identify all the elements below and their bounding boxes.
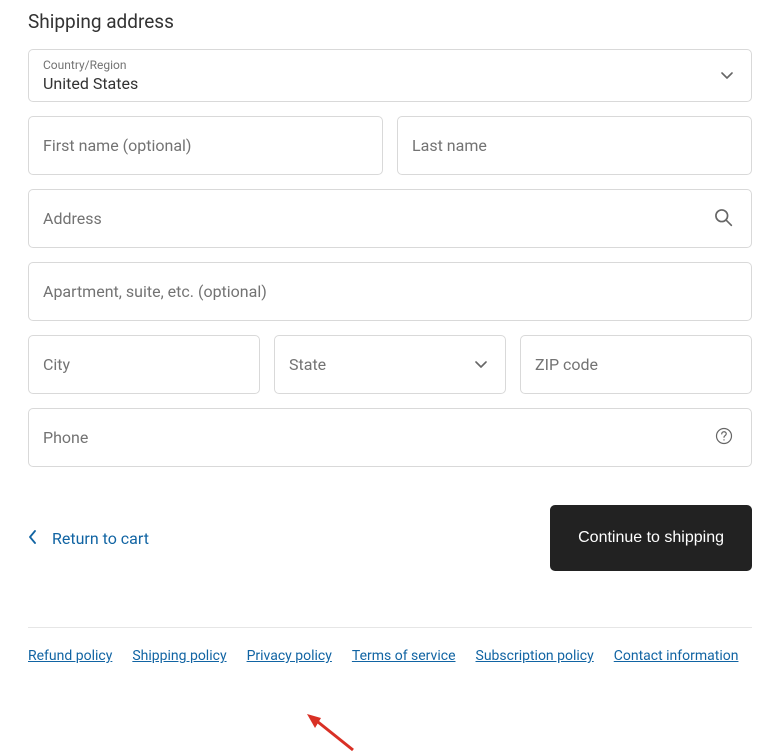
state-placeholder: State — [289, 355, 326, 374]
phone-input[interactable]: Phone — [28, 408, 752, 467]
subscription-policy-link[interactable]: Subscription policy — [476, 648, 594, 664]
chevron-left-icon — [28, 529, 38, 548]
continue-to-shipping-button[interactable]: Continue to shipping — [550, 505, 752, 571]
return-to-cart-link[interactable]: Return to cart — [28, 529, 149, 548]
state-select[interactable]: State — [274, 335, 506, 394]
last-name-placeholder: Last name — [412, 136, 487, 155]
terms-of-service-link[interactable]: Terms of service — [352, 648, 456, 664]
country-label: Country/Region — [43, 58, 737, 72]
city-input[interactable]: City — [28, 335, 260, 394]
contact-information-link[interactable]: Contact information — [614, 648, 739, 664]
address-input[interactable]: Address — [28, 189, 752, 248]
address-placeholder: Address — [43, 209, 102, 228]
footer-links: Refund policy Shipping policy Privacy po… — [28, 648, 752, 664]
apartment-input[interactable]: Apartment, suite, etc. (optional) — [28, 262, 752, 321]
help-icon[interactable] — [715, 427, 733, 449]
section-heading: Shipping address — [28, 10, 752, 33]
privacy-policy-link[interactable]: Privacy policy — [247, 648, 332, 664]
last-name-input[interactable]: Last name — [397, 116, 752, 175]
zip-input[interactable]: ZIP code — [520, 335, 752, 394]
phone-placeholder: Phone — [43, 428, 88, 447]
country-value: United States — [43, 74, 138, 93]
shipping-policy-link[interactable]: Shipping policy — [132, 648, 226, 664]
apartment-placeholder: Apartment, suite, etc. (optional) — [43, 282, 267, 301]
first-name-input[interactable]: First name (optional) — [28, 116, 383, 175]
annotation-arrow-icon — [305, 712, 357, 754]
search-icon — [713, 207, 733, 231]
first-name-placeholder: First name (optional) — [43, 136, 191, 155]
city-placeholder: City — [43, 355, 70, 374]
refund-policy-link[interactable]: Refund policy — [28, 648, 112, 664]
chevron-down-icon — [475, 355, 487, 374]
country-select[interactable]: Country/Region United States — [28, 49, 752, 102]
return-label: Return to cart — [52, 529, 149, 548]
zip-placeholder: ZIP code — [535, 355, 598, 374]
footer-divider — [28, 627, 752, 628]
